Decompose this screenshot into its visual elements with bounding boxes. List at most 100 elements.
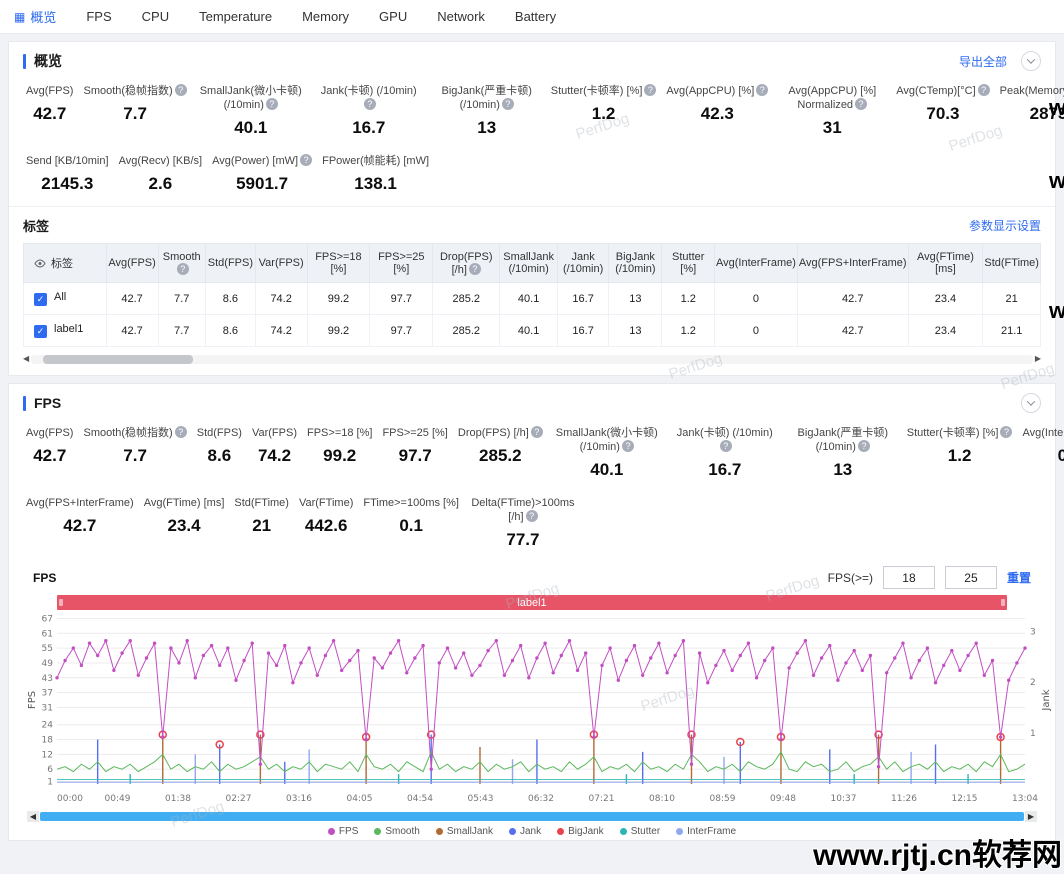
help-icon[interactable]: ?: [622, 440, 634, 452]
nav-tab[interactable]: Temperature: [199, 9, 272, 24]
fps-point: [901, 642, 904, 645]
legend-item[interactable]: SmallJank: [436, 826, 493, 837]
help-icon[interactable]: ?: [266, 98, 278, 110]
help-icon[interactable]: ?: [469, 263, 481, 275]
banner-right-handle[interactable]: [1001, 599, 1005, 606]
legend-item[interactable]: Smooth: [374, 826, 419, 837]
fps-point: [975, 642, 978, 645]
nav-tab[interactable]: ▦概览: [14, 7, 56, 26]
chart-scroll-left-icon[interactable]: ◀: [27, 811, 39, 822]
help-icon[interactable]: ?: [720, 440, 732, 452]
fps-threshold-label: FPS(>=): [828, 571, 873, 585]
fps-point: [731, 669, 734, 672]
row-checkbox[interactable]: ✓: [34, 293, 47, 306]
scroll-left-icon[interactable]: ◀: [23, 354, 29, 364]
help-icon[interactable]: ?: [858, 440, 870, 452]
y-right-tick: 3: [1030, 627, 1036, 637]
fps-point: [877, 765, 880, 768]
metric-value: 42.3: [666, 104, 768, 124]
value-cell: 42.7: [797, 315, 908, 347]
fps-point: [625, 659, 628, 662]
y-left-tick: 12: [42, 750, 53, 760]
help-icon[interactable]: ?: [175, 84, 187, 96]
help-icon[interactable]: ?: [531, 426, 543, 438]
help-icon[interactable]: ?: [364, 98, 376, 110]
help-icon[interactable]: ?: [177, 263, 189, 275]
x-tick: 04:54: [407, 794, 433, 804]
metric-label: Avg(InterFrame): [1022, 426, 1064, 440]
metric-value: 8.6: [197, 446, 242, 466]
metric-label-text: Stutter(卡顿率) [%]: [551, 85, 643, 97]
legend-label: InterFrame: [687, 826, 736, 837]
value-cell: 0: [715, 315, 798, 347]
fps-point: [747, 642, 750, 645]
help-icon[interactable]: ?: [644, 84, 656, 96]
title-accent-bar: [23, 396, 26, 411]
scrollbar-thumb[interactable]: [43, 355, 193, 364]
legend-item[interactable]: FPS: [328, 826, 358, 837]
value-cell: 1.2: [662, 315, 715, 347]
help-icon[interactable]: ?: [175, 426, 187, 438]
fps-point: [552, 671, 555, 674]
fps-point: [332, 639, 335, 642]
fps-collapse-button[interactable]: [1021, 393, 1041, 413]
help-icon[interactable]: ?: [526, 510, 538, 522]
legend-item[interactable]: Stutter: [620, 826, 660, 837]
chart-scrollbar-thumb[interactable]: [40, 812, 1024, 821]
overview-collapse-button[interactable]: [1021, 51, 1041, 71]
fps-point: [413, 656, 416, 659]
row-label: All: [54, 291, 66, 303]
fps-point: [218, 664, 221, 667]
value-cell: 0: [715, 283, 798, 315]
metric-label-text: Jank(卡顿) (/10min): [321, 85, 417, 97]
fps-point: [356, 649, 359, 652]
help-icon[interactable]: ?: [1000, 426, 1012, 438]
help-icon[interactable]: ?: [300, 154, 312, 166]
metric-value: 7.7: [83, 446, 186, 466]
nav-tab[interactable]: Battery: [515, 9, 556, 24]
metric-label-text: Var(FTime): [299, 497, 353, 509]
legend-item[interactable]: Jank: [509, 826, 541, 837]
table-header-row: 标签Avg(FPS)Smooth?Std(FPS)Var(FPS)FPS>=18…: [24, 244, 1041, 283]
fps-threshold-input-1[interactable]: [883, 566, 935, 589]
help-icon[interactable]: ?: [502, 98, 514, 110]
fps-threshold-input-2[interactable]: [945, 566, 997, 589]
nav-tab[interactable]: CPU: [142, 9, 169, 24]
metric-value: 2873: [1000, 104, 1064, 124]
legend-item[interactable]: BigJank: [557, 826, 604, 837]
banner-left-handle[interactable]: [59, 599, 63, 606]
fps-point: [560, 654, 563, 657]
y-left-tick: 1: [47, 778, 53, 788]
eye-icon[interactable]: [34, 258, 51, 270]
export-all-link[interactable]: 导出全部: [959, 53, 1007, 70]
nav-tab[interactable]: FPS: [86, 9, 111, 24]
reset-button[interactable]: 重置: [1007, 569, 1031, 586]
param-display-settings-link[interactable]: 参数显示设置: [969, 217, 1041, 234]
fps-point: [641, 674, 644, 677]
fps-point: [926, 646, 929, 649]
metric-value: 0.1: [363, 516, 459, 536]
column-header-label: Avg(FTime) [ms]: [917, 251, 974, 275]
metric-label-text: BigJank(严重卡顿) (/10min): [798, 427, 888, 453]
legend-dot: [676, 828, 683, 835]
help-icon[interactable]: ?: [855, 98, 867, 110]
fps-point: [592, 735, 595, 738]
nav-tab[interactable]: GPU: [379, 9, 407, 24]
labels-table-container: 标签Avg(FPS)Smooth?Std(FPS)Var(FPS)FPS>=18…: [23, 243, 1041, 347]
scroll-right-icon[interactable]: ▶: [1035, 354, 1041, 364]
chart-scroll-right-icon[interactable]: ▶: [1025, 811, 1037, 822]
fps-point: [405, 671, 408, 674]
label-range-banner[interactable]: label1: [57, 595, 1007, 610]
fps-point: [112, 669, 115, 672]
metric: BigJank(严重卡顿) (/10min)?13: [784, 426, 902, 480]
legend-item[interactable]: InterFrame: [676, 826, 736, 837]
help-icon[interactable]: ?: [756, 84, 768, 96]
metric-value: 1.2: [907, 446, 1013, 466]
fps-point: [96, 654, 99, 657]
row-checkbox[interactable]: ✓: [34, 325, 47, 338]
nav-tab[interactable]: Memory: [302, 9, 349, 24]
nav-tab[interactable]: Network: [437, 9, 485, 24]
metric-label: FPS>=25 [%]: [382, 426, 447, 440]
metric: Avg(FPS)42.7: [21, 426, 78, 466]
help-icon[interactable]: ?: [978, 84, 990, 96]
